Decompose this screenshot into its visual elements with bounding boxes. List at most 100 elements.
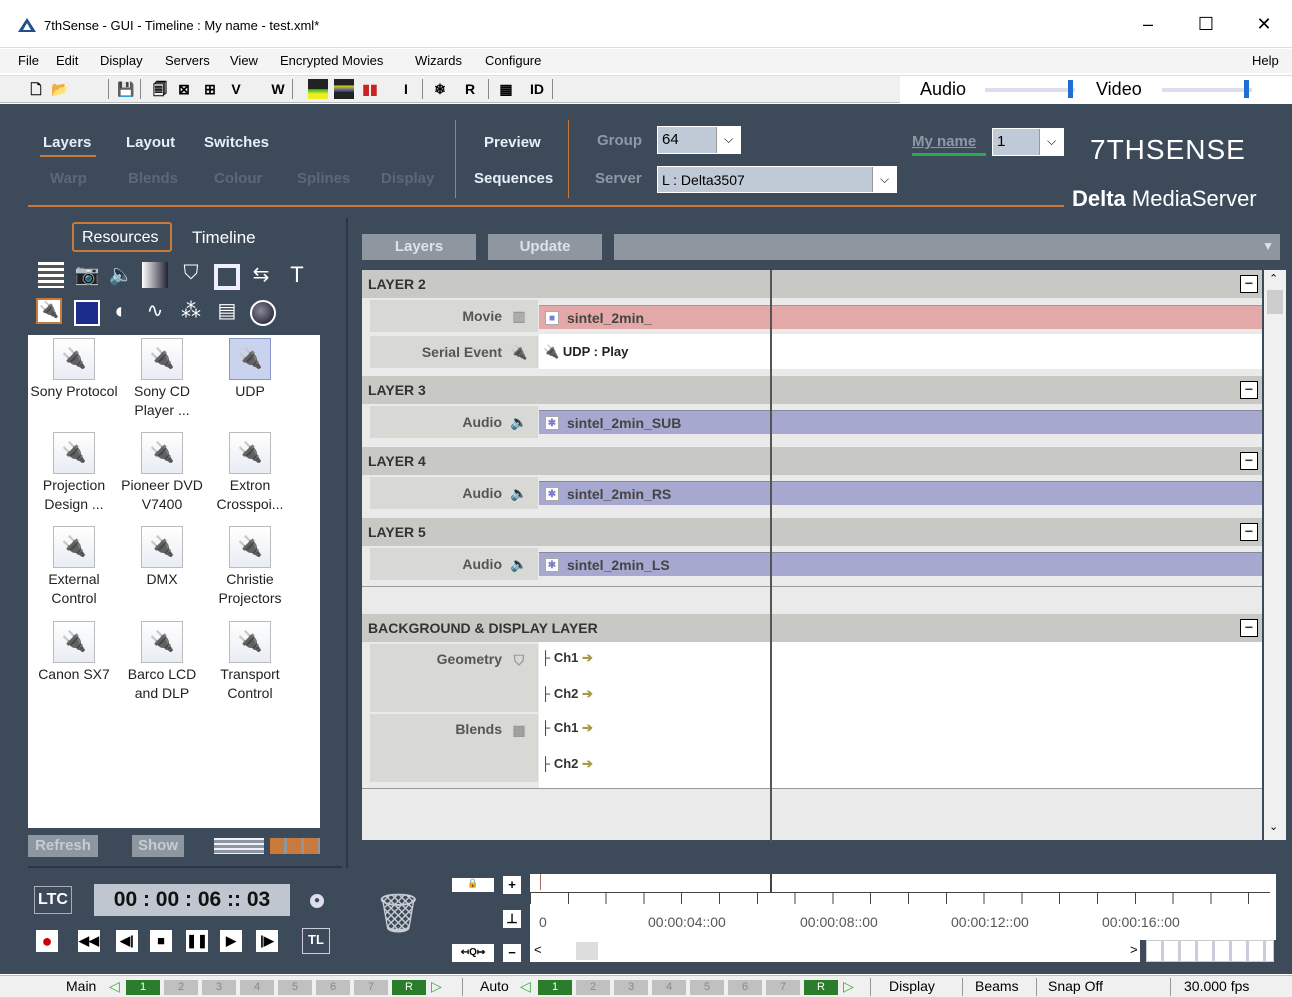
auto-page-r[interactable]: R [804,980,838,995]
device-transport-control[interactable]: 🔌 Transport Control [204,621,296,703]
vertical-scrollbar[interactable]: ⌃ ⌄ [1264,270,1286,840]
list-view-icon[interactable] [214,838,264,854]
timeline-clip[interactable]: ✱ sintel_2min_LS [539,552,1262,576]
w-button[interactable]: W [268,79,288,99]
device-external-control[interactable]: 🔌 External Control [28,526,120,608]
geometry-row[interactable]: ├ Ch1 ➔ ├ Ch2 ➔ [539,642,1262,712]
collapse-button[interactable]: − [1240,619,1258,637]
swap-icon[interactable]: ⇆ [248,262,274,288]
menu-edit[interactable]: Edit [56,53,78,68]
pause-button[interactable]: ❚❚ [186,930,208,952]
main-page-1[interactable]: 1 [126,980,160,995]
collapse-button[interactable]: − [1240,452,1258,470]
auto-page-3[interactable]: 3 [614,980,648,995]
zoom-slider[interactable] [1146,940,1274,962]
save-icon[interactable]: 💾 [116,79,136,99]
main-page-5[interactable]: 5 [278,980,312,995]
timeline-clip[interactable]: ■ sintel_2min_ [539,305,1262,329]
horizontal-scrollbar[interactable]: < > [530,940,1140,962]
device-sony-cd-player[interactable]: 🔌 Sony CD Player ... [116,338,208,420]
scroll-up-icon[interactable]: ⌃ [1269,272,1278,285]
serial-event-row[interactable]: 🔌 UDP : Play [539,334,1262,369]
sequences-button[interactable]: Sequences [474,170,553,187]
resource-list[interactable]: 🔌 Sony Protocol 🔌 Sony CD Player ... 🔌 UDP … [28,335,320,828]
timeline-clip[interactable]: ✱ sintel_2min_SUB [539,410,1262,434]
device-udp[interactable]: 🔌 UDP [204,338,296,401]
fit-grid-icon[interactable]: ⊞ [200,79,220,99]
tab-warp[interactable]: Warp [50,170,87,187]
tl-button[interactable]: TL [302,928,330,954]
video-slider-thumb[interactable] [1244,80,1249,98]
ltc-button[interactable]: LTC [34,886,72,914]
collapse-button[interactable]: − [1240,275,1258,293]
tab-layout[interactable]: Layout [126,134,175,151]
device-projection-design[interactable]: 🔌 Projection Design ... [28,432,120,514]
menu-file[interactable]: File [18,53,39,68]
r-button[interactable]: R [460,79,480,99]
geometry-icon[interactable]: ⛉ [178,262,204,288]
snap-marker-icon[interactable]: ⊥ [503,910,521,928]
scroll-thumb[interactable] [1267,290,1283,314]
stop-button[interactable]: ■ [150,930,172,952]
refresh-button[interactable]: Refresh [28,835,98,857]
auto-page-5[interactable]: 5 [690,980,724,995]
trash-icon[interactable]: 🗑 [374,892,422,938]
device-pioneer-dvd[interactable]: 🔌 Pioneer DVD V7400 [116,432,208,514]
tab-switches[interactable]: Switches [204,134,269,151]
plug-icon[interactable]: 🔌 [36,298,62,324]
menu-wizards[interactable]: Wizards [415,53,462,68]
timeline-clip[interactable]: ✱ sintel_2min_RS [539,481,1262,505]
menu-servers[interactable]: Servers [165,53,210,68]
auto-page-2[interactable]: 2 [576,980,610,995]
snap-status[interactable]: Snap Off [1048,978,1103,994]
channel-1[interactable]: ├ Ch1 ➔ [541,720,593,736]
layer-header[interactable]: BACKGROUND & DISPLAY LAYER − [362,614,1262,642]
device-extron-crosspoint[interactable]: 🔌 Extron Crosspoi... [204,432,296,514]
channel-2[interactable]: ├ Ch2 ➔ [541,756,593,772]
open-file-icon[interactable]: 📂 [50,79,70,99]
colour-bars-icon[interactable] [308,79,328,99]
menu-view[interactable]: View [230,53,258,68]
device-sony-protocol[interactable]: 🔌 Sony Protocol [28,338,120,401]
device-canon-sx7[interactable]: 🔌 Canon SX7 [28,621,120,684]
step-back-button[interactable]: ◀| [116,930,138,952]
zoom-in-button[interactable]: + [503,876,521,894]
tab-display[interactable]: Display [381,170,434,187]
scroll-right-icon[interactable]: > [1130,942,1138,957]
audio-slider[interactable] [985,88,1075,92]
square-icon[interactable] [74,300,100,326]
auto-page-1[interactable]: 1 [538,980,572,995]
playhead[interactable] [770,270,772,842]
layer-header[interactable]: LAYER 4 − [362,447,1262,475]
sphere-icon[interactable] [250,300,276,326]
menu-encrypted-movies[interactable]: Encrypted Movies [280,53,383,68]
chevron-right-icon[interactable]: ▷ [843,978,854,995]
zoom-fit-icon[interactable]: ↤Q↦ [452,944,494,962]
auto-page-7[interactable]: 7 [766,980,800,995]
scroll-down-icon[interactable]: ⌄ [1269,820,1278,833]
fit-icon[interactable]: ⊠ [174,79,194,99]
update-button[interactable]: Update [488,234,602,260]
time-ruler[interactable]: 0 00:00:04::00 00:00:08::00 00:00:12::00… [530,874,1276,940]
device-barco-lcd-dlp[interactable]: 🔌 Barco LCD and DLP [116,621,208,703]
beams-status[interactable]: Beams [975,978,1019,994]
chevron-left-icon[interactable]: ◁ [109,978,120,995]
video-slider[interactable] [1162,88,1252,92]
record-button[interactable]: ● [36,930,58,952]
text-icon[interactable]: T [284,262,310,288]
show-button[interactable]: Show [132,835,184,857]
menu-display[interactable]: Display [100,53,143,68]
timeline-tracks[interactable]: LAYER 2 − Movie ▥ ■ sintel_2min_ Serial Eve… [362,270,1262,840]
chevron-right-icon[interactable]: ▷ [431,978,442,995]
gradient-icon[interactable] [142,262,168,288]
auto-page-6[interactable]: 6 [728,980,762,995]
grid-icon[interactable]: ▦ [496,79,516,99]
nodes-icon[interactable]: ⁂ [178,298,204,324]
close-button[interactable]: ✕ [1244,14,1284,35]
channel-2[interactable]: ├ Ch2 ➔ [541,686,593,702]
blends-row[interactable]: ├ Ch1 ➔ ├ Ch2 ➔ [539,712,1262,788]
v-button[interactable]: V [226,79,246,99]
properties-icon[interactable]: 🗐 [150,79,170,99]
layer-header[interactable]: LAYER 5 − [362,518,1262,546]
auto-page-4[interactable]: 4 [652,980,686,995]
